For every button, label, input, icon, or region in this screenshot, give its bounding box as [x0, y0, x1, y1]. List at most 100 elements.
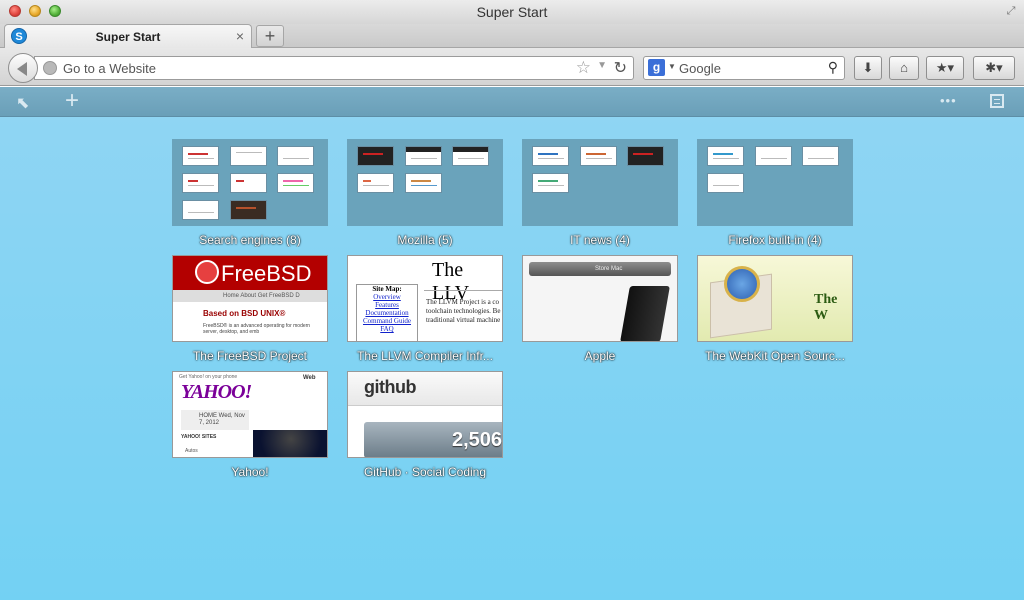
new-tab-button[interactable]: +: [256, 25, 284, 47]
window-title: Super Start: [476, 4, 548, 20]
mini-thumb: [627, 146, 664, 166]
folder-thumbnail[interactable]: [697, 139, 853, 226]
mini-thumb: [230, 200, 267, 220]
yahoo-photo: [253, 430, 327, 457]
freebsd-nav: Home About Get FreeBSD D: [173, 290, 327, 302]
cursor-tool-icon[interactable]: ⬉: [16, 93, 32, 112]
folder-label: Search engines (8): [199, 233, 301, 247]
divider: [424, 290, 502, 291]
search-input[interactable]: [679, 57, 819, 79]
url-bar[interactable]: ☆ ▼ ↻: [34, 56, 634, 80]
compass-icon: [724, 266, 760, 302]
home-icon: ⌂: [900, 60, 908, 75]
speed-dial-area: Search engines (8) Mozilla (5) IT news (…: [0, 117, 1024, 600]
mini-thumb: [452, 146, 489, 166]
bookmarks-menu-button[interactable]: ★▾: [926, 56, 964, 80]
mini-thumb: [357, 146, 394, 166]
back-button[interactable]: [8, 53, 38, 83]
mini-thumb: [755, 146, 792, 166]
sitemap-link: Documentation: [365, 309, 409, 317]
superstart-toolbar: ⬉ + •••: [0, 87, 1024, 117]
tab-close-icon[interactable]: ×: [236, 28, 244, 44]
mini-thumb: [230, 146, 267, 166]
fullscreen-icon[interactable]: ⤢: [1004, 4, 1018, 18]
history-dropdown-icon[interactable]: ▼: [597, 60, 607, 71]
mini-thumb: [277, 173, 314, 193]
site-thumbnail[interactable]: The LLV Site Map: Overview Features Docu…: [347, 255, 503, 342]
github-logo: github: [364, 377, 416, 397]
folder-thumbnail[interactable]: [347, 139, 503, 226]
mini-thumb: [277, 146, 314, 166]
home-button[interactable]: ⌂: [889, 56, 919, 80]
site-label: GitHub · Social Coding: [363, 465, 487, 479]
tab-super-start[interactable]: S Super Start ×: [4, 24, 252, 48]
site-thumbnail[interactable]: Store Mac: [522, 255, 678, 342]
folder-thumbnail[interactable]: [522, 139, 678, 226]
mini-thumb: [182, 146, 219, 166]
site-label: Apple: [584, 349, 616, 363]
notes-icon[interactable]: [990, 94, 1004, 108]
mini-thumb: [802, 146, 839, 166]
freebsd-tagline: Based on BSD UNIX®: [203, 309, 286, 318]
mini-thumb: [532, 146, 569, 166]
site-thumbnail[interactable]: Get Yahoo! on your phone YAHOO! Web HOME…: [172, 371, 328, 458]
url-input[interactable]: [63, 57, 563, 79]
back-arrow-icon: [17, 62, 27, 76]
site-label: Yahoo!: [231, 465, 269, 479]
search-bar[interactable]: g ▼ ⚲: [643, 56, 845, 80]
apple-nav-text: Store Mac: [595, 266, 623, 272]
llvm-sitemap: Site Map: Overview Features Documentatio…: [356, 284, 418, 341]
more-icon[interactable]: •••: [940, 93, 957, 108]
addon-menu-button[interactable]: ✱▾: [973, 56, 1015, 80]
site-thumbnail[interactable]: FreeBSD Home About Get FreeBSD D Based o…: [172, 255, 328, 342]
freebsd-header: FreeBSD: [173, 256, 327, 290]
tab-bar: S Super Start × +: [0, 24, 1024, 48]
reload-icon[interactable]: ↻: [614, 58, 627, 78]
folder-label: Firefox built-in (4): [728, 233, 822, 247]
window-titlebar: Super Start ⤢: [0, 0, 1024, 24]
add-site-button[interactable]: +: [62, 88, 82, 114]
mini-thumb: [182, 200, 219, 220]
google-engine-icon[interactable]: g: [648, 59, 665, 76]
sitemap-link: FAQ: [380, 325, 394, 333]
download-arrow-icon: ⬇: [862, 60, 874, 75]
mini-thumb: [405, 146, 442, 166]
freebsd-wordmark: FreeBSD: [221, 261, 312, 286]
yahoo-logo: YAHOO!: [181, 381, 252, 403]
bookmarks-icon: ★▾: [935, 60, 955, 75]
yahoo-web-tab: Web: [303, 375, 316, 381]
folder-label: IT news (4): [570, 233, 630, 247]
yahoo-tagline: Get Yahoo! on your phone: [179, 374, 238, 380]
github-counter: 2,506: [452, 429, 503, 451]
ipod-image: [620, 286, 670, 341]
github-header: github: [348, 372, 502, 406]
mini-thumb: [182, 173, 219, 193]
site-thumbnail[interactable]: github 2,506: [347, 371, 503, 458]
folder-thumbnail[interactable]: [172, 139, 328, 226]
mini-thumb: [230, 173, 267, 193]
sitemap-link: Features: [375, 301, 399, 309]
yahoo-sites-heading: YAHOO! SITES: [181, 434, 217, 440]
freebsd-logo-icon: [195, 260, 219, 284]
freebsd-description: FreeBSD® is an advanced operating for mo…: [203, 323, 311, 335]
search-icon[interactable]: ⚲: [828, 59, 838, 76]
globe-icon: [43, 61, 57, 75]
yahoo-autos-item: Autos: [185, 448, 198, 454]
navigation-toolbar: ☆ ▼ ↻ g ▼ ⚲ ⬇ ⌂ ★▾ ✱▾: [0, 48, 1024, 86]
engine-dropdown-icon[interactable]: ▼: [668, 62, 676, 71]
addon-icon: ✱▾: [985, 60, 1003, 75]
site-thumbnail[interactable]: The W: [697, 255, 853, 342]
sitemap-link: Overview: [373, 293, 401, 301]
mini-thumb: [580, 146, 617, 166]
folder-label: Mozilla (5): [397, 233, 453, 247]
mini-thumb: [707, 146, 744, 166]
mini-thumb: [532, 173, 569, 193]
site-label: The WebKit Open Sourc...: [705, 349, 845, 363]
mini-thumb: [357, 173, 394, 193]
downloads-button[interactable]: ⬇: [854, 56, 882, 80]
superstart-favicon-icon: S: [11, 28, 27, 44]
mini-thumb: [707, 173, 744, 193]
bookmark-star-icon[interactable]: ☆: [576, 58, 591, 78]
apple-nav: Store Mac: [529, 262, 671, 276]
sitemap-heading: Site Map:: [372, 285, 402, 293]
